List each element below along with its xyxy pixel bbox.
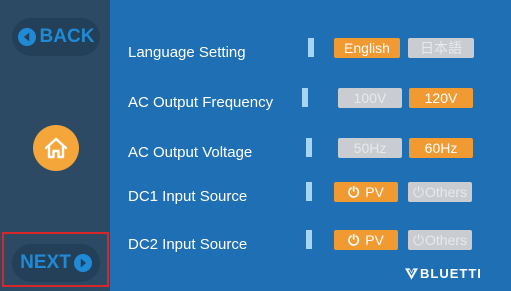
option-others[interactable]: ⏻ Others bbox=[408, 230, 472, 250]
setting-row-dc2-input-source: DC2 Input Source ⏻ PV ⏻ Others bbox=[128, 230, 508, 260]
brand-name: BLUETTI bbox=[420, 266, 482, 281]
option-label: Others bbox=[425, 184, 468, 200]
row-divider bbox=[302, 88, 308, 107]
sidebar: BACK NEXT bbox=[0, 0, 110, 291]
option-label: 60Hz bbox=[424, 140, 458, 156]
bluetti-logo-icon bbox=[405, 267, 418, 280]
option-120v[interactable]: 120V bbox=[409, 88, 473, 108]
setting-label: Language Setting bbox=[128, 44, 246, 61]
option-japanese[interactable]: 日本語 bbox=[408, 38, 474, 58]
setting-label: AC Output Frequency bbox=[128, 94, 274, 111]
option-pv[interactable]: ⏻ PV bbox=[334, 230, 398, 250]
option-label: English bbox=[344, 40, 390, 56]
option-label: 120V bbox=[424, 90, 458, 106]
row-divider bbox=[308, 38, 314, 57]
power-icon: ⏻ bbox=[348, 231, 360, 248]
setting-row-ac-output-voltage: AC Output Voltage 50Hz 60Hz bbox=[128, 138, 508, 168]
option-others[interactable]: ⏻ Others bbox=[408, 182, 472, 202]
setting-row-ac-output-frequency: AC Output Frequency 100V 120V bbox=[128, 88, 508, 118]
setting-label: DC1 Input Source bbox=[128, 188, 248, 205]
option-60hz[interactable]: 60Hz bbox=[409, 138, 473, 158]
option-label: 日本語 bbox=[420, 40, 462, 56]
power-icon: ⏻ bbox=[412, 183, 425, 200]
option-label: Others bbox=[425, 232, 468, 248]
brand-logo: BLUETTI bbox=[405, 266, 482, 281]
home-button[interactable] bbox=[33, 125, 79, 171]
settings-screen: BACK NEXT Language Setting English 日本語 A… bbox=[0, 0, 511, 291]
next-highlight-box bbox=[2, 232, 109, 287]
option-label: 100V bbox=[353, 90, 387, 106]
option-label: PV bbox=[365, 184, 384, 200]
setting-label: DC2 Input Source bbox=[128, 236, 248, 253]
row-divider bbox=[306, 138, 312, 157]
setting-row-dc1-input-source: DC1 Input Source ⏻ PV ⏻ Others bbox=[128, 182, 508, 212]
left-arrow-circle-icon bbox=[17, 28, 36, 46]
option-pv[interactable]: ⏻ PV bbox=[334, 182, 398, 202]
power-icon: ⏻ bbox=[348, 183, 360, 200]
option-label: 50Hz bbox=[353, 140, 387, 156]
option-100v[interactable]: 100V bbox=[338, 88, 402, 108]
setting-label: AC Output Voltage bbox=[128, 144, 253, 161]
option-50hz[interactable]: 50Hz bbox=[338, 138, 402, 158]
option-label: PV bbox=[365, 232, 384, 248]
home-icon bbox=[44, 137, 68, 159]
option-english[interactable]: English bbox=[334, 38, 400, 58]
row-divider bbox=[306, 230, 312, 249]
back-label: BACK bbox=[39, 26, 95, 47]
setting-row-language: Language Setting English 日本語 bbox=[128, 38, 508, 68]
row-divider bbox=[306, 182, 312, 201]
power-icon: ⏻ bbox=[412, 231, 425, 248]
back-button[interactable]: BACK bbox=[12, 18, 100, 56]
